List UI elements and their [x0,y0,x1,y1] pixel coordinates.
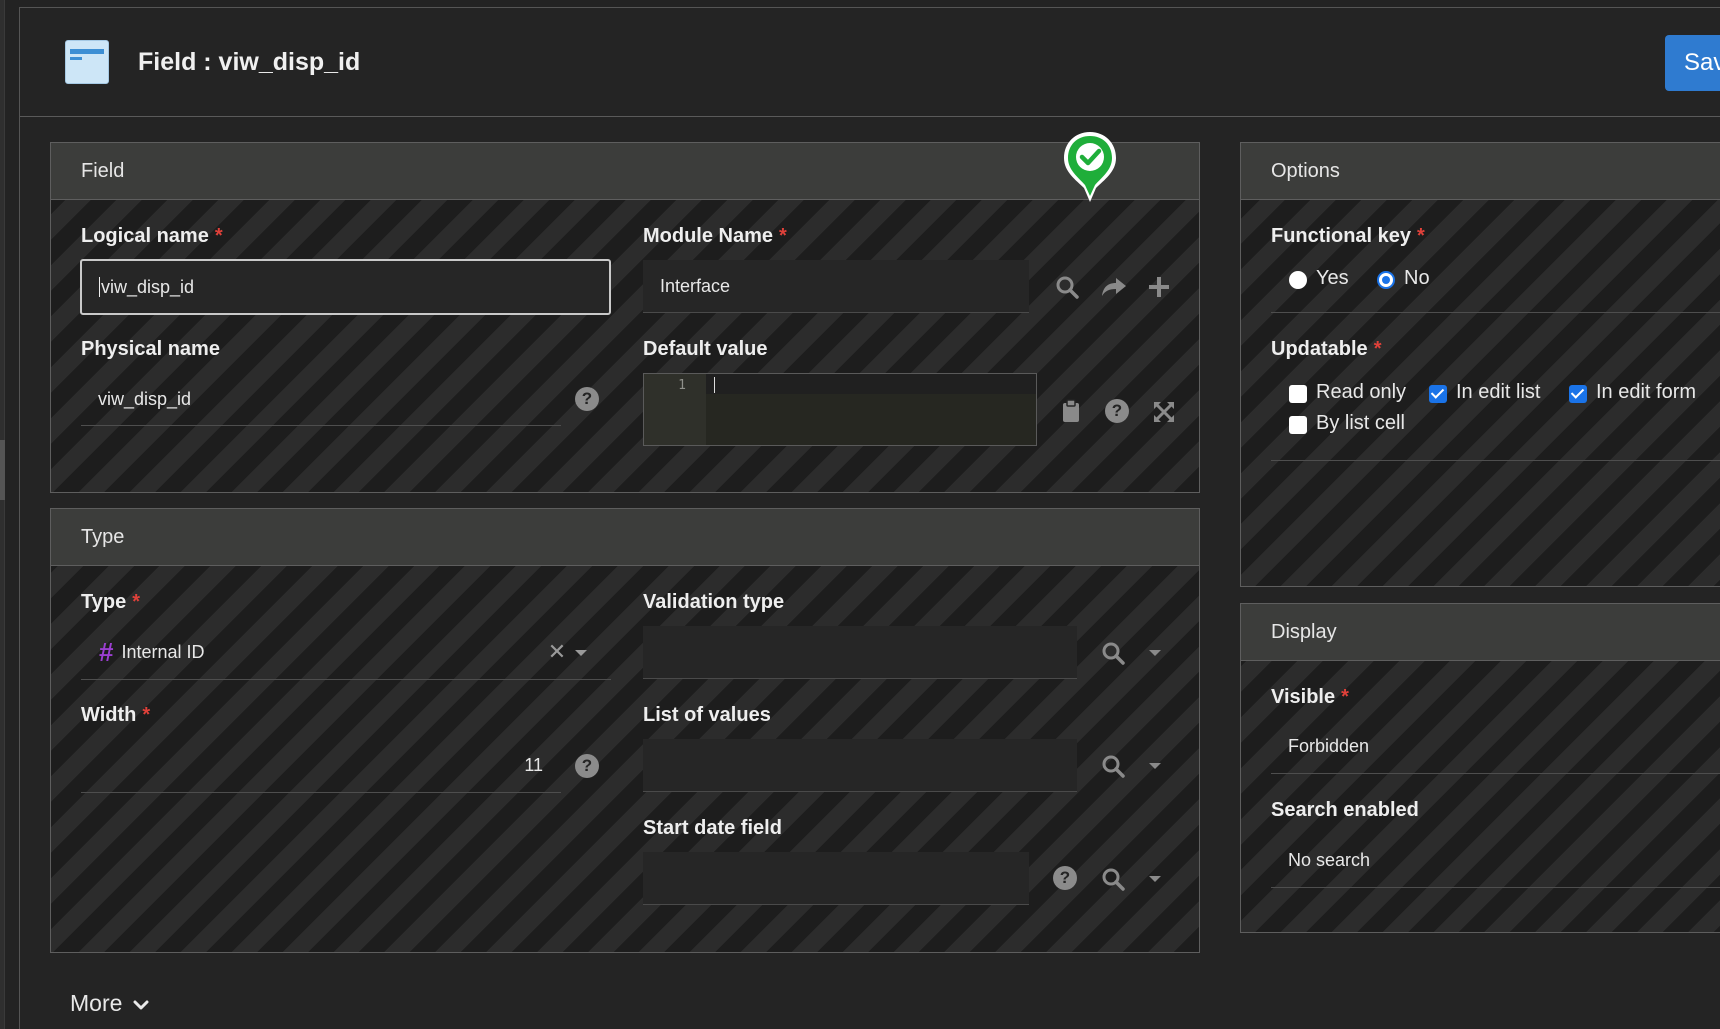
search-icon[interactable] [1053,273,1081,301]
visible-select[interactable]: Forbidden [1271,720,1720,774]
add-icon[interactable] [1145,273,1173,301]
chevron-down-icon[interactable] [1145,871,1165,887]
search-enabled-select[interactable]: No search [1271,834,1720,888]
logical-name-label: Logical name * [81,225,223,247]
list-of-values-input[interactable] [643,739,1077,792]
physical-name-field[interactable]: viw_disp_id [81,373,561,426]
options-panel: Options Functional key * Yes No Updatable… [1240,142,1720,587]
search-icon[interactable] [1099,752,1127,780]
divider [1271,312,1720,313]
left-edge-strip [0,0,5,1029]
default-value-label: Default value [643,338,768,360]
updatable-label: Updatable * [1271,338,1382,360]
type-select[interactable]: # Internal ID [81,625,611,680]
clipboard-icon[interactable] [1059,397,1083,425]
read-only-label: Read only [1316,381,1407,403]
type-panel: Type Type * # Internal ID ✕ Validation ty… [50,508,1200,953]
more-toggle[interactable]: More [70,990,149,1018]
logical-name-value: viw_disp_id [101,276,195,297]
functional-key-no-radio[interactable] [1377,271,1395,289]
start-date-field-input[interactable] [643,852,1029,905]
clear-icon[interactable]: ✕ [547,639,567,664]
physical-name-value: viw_disp_id [98,388,192,409]
line-number: 1 [644,374,706,445]
divider [1271,460,1720,461]
functional-key-yes-label: Yes [1316,267,1349,289]
validation-type-input[interactable] [643,626,1077,679]
list-of-values-label: List of values [643,704,771,726]
visible-value: Forbidden [1288,736,1370,756]
text-cursor [714,377,715,393]
success-marker-icon [1062,130,1118,206]
default-value-editor[interactable]: 1 [643,373,1037,446]
active-line [706,374,1036,394]
by-list-cell-checkbox[interactable] [1289,416,1307,434]
form-container: Field : viw_disp_id Sav Field Logical na… [19,7,1720,1029]
help-icon[interactable]: ? [575,387,599,411]
module-name-input[interactable]: Interface [643,260,1029,313]
search-enabled-label: Search enabled [1271,799,1419,821]
in-edit-form-label: In edit form [1596,381,1697,403]
in-edit-list-label: In edit list [1456,381,1541,403]
width-value: 11 [524,755,543,775]
chevron-down-icon [133,991,149,1018]
module-name-value: Interface [660,275,731,296]
display-panel: Display Visible * Forbidden Search enable… [1240,603,1720,933]
physical-name-label: Physical name [81,338,220,360]
functional-key-no-label: No [1404,267,1430,289]
chevron-down-icon[interactable] [1145,645,1165,661]
field-panel: Field Logical name * viw_disp_id Module N… [50,142,1200,493]
form-header: Field : viw_disp_id Sav [20,8,1720,117]
type-panel-title: Type [51,509,1199,566]
functional-key-label: Functional key * [1271,225,1425,247]
open-link-icon[interactable] [1099,273,1129,301]
chevron-down-icon[interactable] [573,643,589,663]
search-enabled-value: No search [1288,850,1371,870]
module-name-label: Module Name * [643,225,787,247]
form-icon [65,40,109,84]
width-field[interactable]: 11 [81,739,561,793]
page-title: Field : viw_disp_id [138,48,361,76]
help-icon[interactable]: ? [1053,866,1077,890]
start-date-field-label: Start date field [643,817,782,839]
display-panel-title: Display [1241,604,1720,661]
search-icon[interactable] [1099,639,1127,667]
more-label: More [70,990,123,1016]
hash-icon: # [99,636,114,667]
validation-type-label: Validation type [643,591,785,613]
type-label: Type * [81,591,140,613]
by-list-cell-label: By list cell [1316,412,1405,434]
read-only-checkbox[interactable] [1289,385,1307,403]
search-icon[interactable] [1099,865,1127,893]
scroll-marker [0,440,5,500]
help-icon[interactable]: ? [1105,399,1129,423]
field-panel-title: Field [51,143,1199,200]
in-edit-list-checkbox[interactable] [1429,385,1447,403]
functional-key-yes-radio[interactable] [1289,271,1307,289]
help-icon[interactable]: ? [575,754,599,778]
save-button[interactable]: Sav [1665,35,1720,91]
width-label: Width * [81,704,151,726]
chevron-down-icon[interactable] [1145,758,1165,774]
logical-name-input[interactable]: viw_disp_id [80,259,611,315]
expand-icon[interactable] [1151,399,1177,425]
visible-label: Visible * [1271,686,1349,708]
options-panel-title: Options [1241,143,1720,200]
type-value: Internal ID [121,641,205,662]
in-edit-form-checkbox[interactable] [1569,385,1587,403]
